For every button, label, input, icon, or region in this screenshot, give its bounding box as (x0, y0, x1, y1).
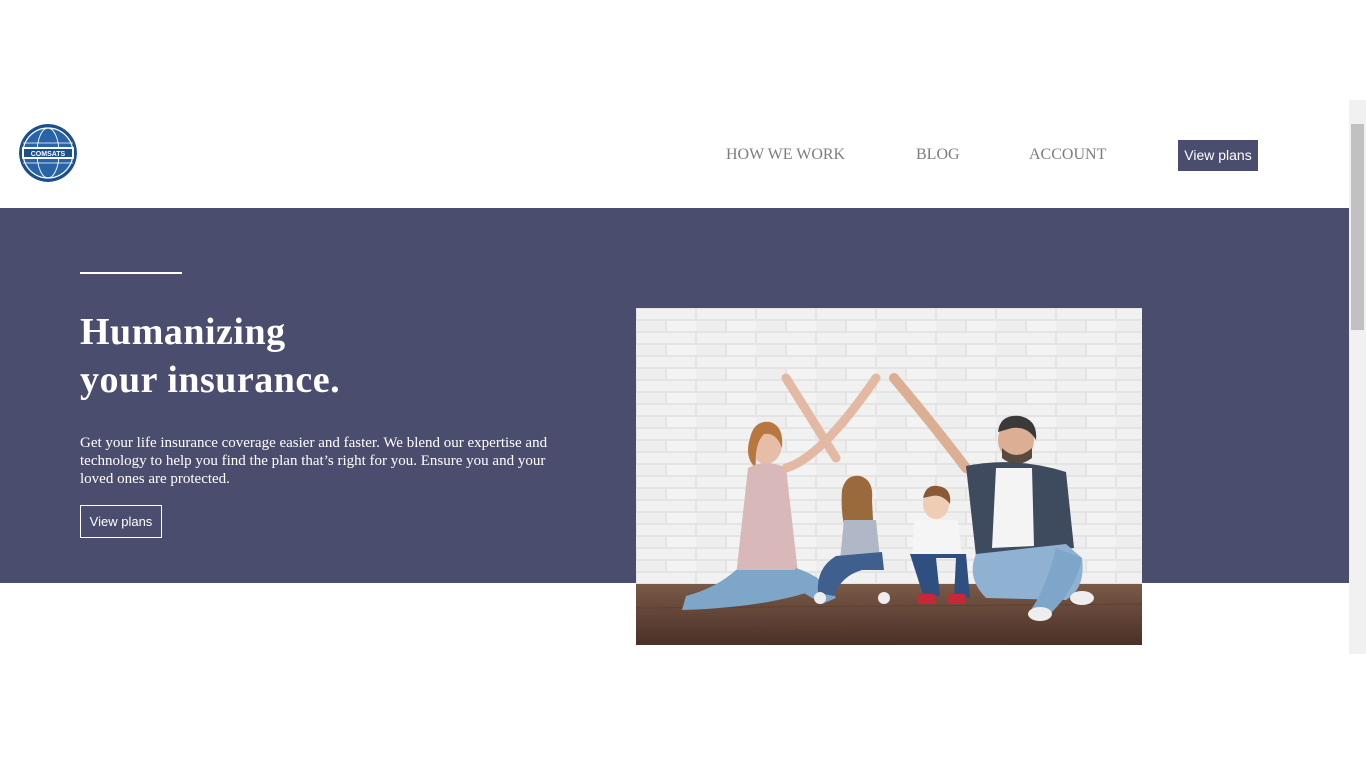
hero-view-plans-button[interactable]: View plans (80, 505, 162, 538)
logo[interactable]: COMSATS (19, 124, 77, 182)
nav-account[interactable]: ACCOUNT (1029, 145, 1106, 165)
page-scrollbar[interactable] (1349, 100, 1366, 654)
nav-how-we-work[interactable]: HOW WE WORK (726, 145, 845, 165)
nav-blog[interactable]: BLOG (916, 145, 960, 165)
globe-logo-icon: COMSATS (19, 124, 77, 182)
logo-text: COMSATS (31, 151, 66, 158)
hero-title-line-1: Humanizing (80, 311, 286, 353)
hero-family-image (636, 308, 1142, 645)
scrollbar-thumb[interactable] (1351, 124, 1364, 330)
hero-description: Get your life insurance coverage easier … (80, 435, 548, 487)
hero-title: Humanizing your insurance. (80, 308, 340, 404)
header-view-plans-button[interactable]: View plans (1178, 140, 1258, 171)
hero-title-line-2: your insurance. (80, 359, 341, 401)
hero-divider (80, 272, 182, 274)
